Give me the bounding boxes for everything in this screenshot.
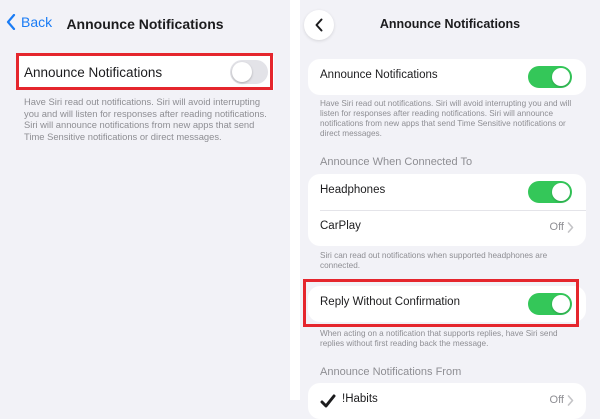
- announce-notifications-label: Announce Notifications: [320, 69, 438, 81]
- chevron-right-icon: [567, 222, 574, 233]
- toggle-knob: [552, 183, 570, 201]
- right-screenshot: Announce Notifications Announce Notifica…: [300, 0, 600, 419]
- connected-description: Siri can read out notifications when sup…: [320, 251, 548, 270]
- reply-without-confirmation-toggle[interactable]: [528, 293, 572, 315]
- chevron-right-icon: [567, 395, 574, 406]
- section-header-from: Announce Notifications From: [320, 366, 462, 378]
- reply-without-confirmation-label: Reply Without Confirmation: [320, 296, 460, 308]
- toggle-knob: [552, 68, 570, 86]
- reply-description: When acting on a notification that suppo…: [320, 329, 558, 348]
- announce-notifications-card: Announce Notifications: [308, 59, 586, 95]
- carplay-row[interactable]: CarPlay Off: [308, 210, 586, 246]
- carplay-label: CarPlay: [320, 220, 361, 232]
- page-title: Announce Notifications: [66, 16, 224, 32]
- reply-card: Reply Without Confirmation: [308, 286, 586, 322]
- headphones-toggle[interactable]: [528, 181, 572, 203]
- announce-description: Have Siri read out notifications. Siri w…: [320, 99, 572, 138]
- announce-notifications-toggle[interactable]: [230, 60, 268, 84]
- divider: [290, 0, 300, 400]
- left-navigation-bar: Back Announce Notifications: [0, 0, 290, 48]
- app-checkmark-icon: [320, 394, 336, 408]
- section-header-connected: Announce When Connected To: [320, 156, 473, 168]
- carplay-value: Off: [549, 221, 564, 233]
- page-title: Announce Notifications: [379, 17, 521, 31]
- app-label: !Habits: [342, 393, 378, 405]
- announce-notifications-label: Announce Notifications: [24, 65, 163, 80]
- connected-devices-card: Headphones CarPlay Off: [308, 174, 586, 246]
- announce-description: Have Siri read out notifications. Siri w…: [24, 96, 267, 142]
- announce-notifications-toggle[interactable]: [528, 66, 572, 88]
- headphones-label: Headphones: [320, 184, 386, 196]
- left-screenshot: Back Announce Notifications Announce Not…: [0, 0, 290, 400]
- apps-card: !Habits Off: [308, 383, 586, 419]
- toggle-knob: [232, 62, 252, 82]
- app-value: Off: [549, 394, 564, 406]
- announce-notifications-row[interactable]: Announce Notifications: [308, 59, 586, 95]
- reply-without-confirmation-row[interactable]: Reply Without Confirmation: [308, 286, 586, 322]
- app-row-habits[interactable]: !Habits Off: [308, 383, 586, 419]
- toggle-knob: [552, 295, 570, 313]
- headphones-row[interactable]: Headphones: [308, 174, 586, 210]
